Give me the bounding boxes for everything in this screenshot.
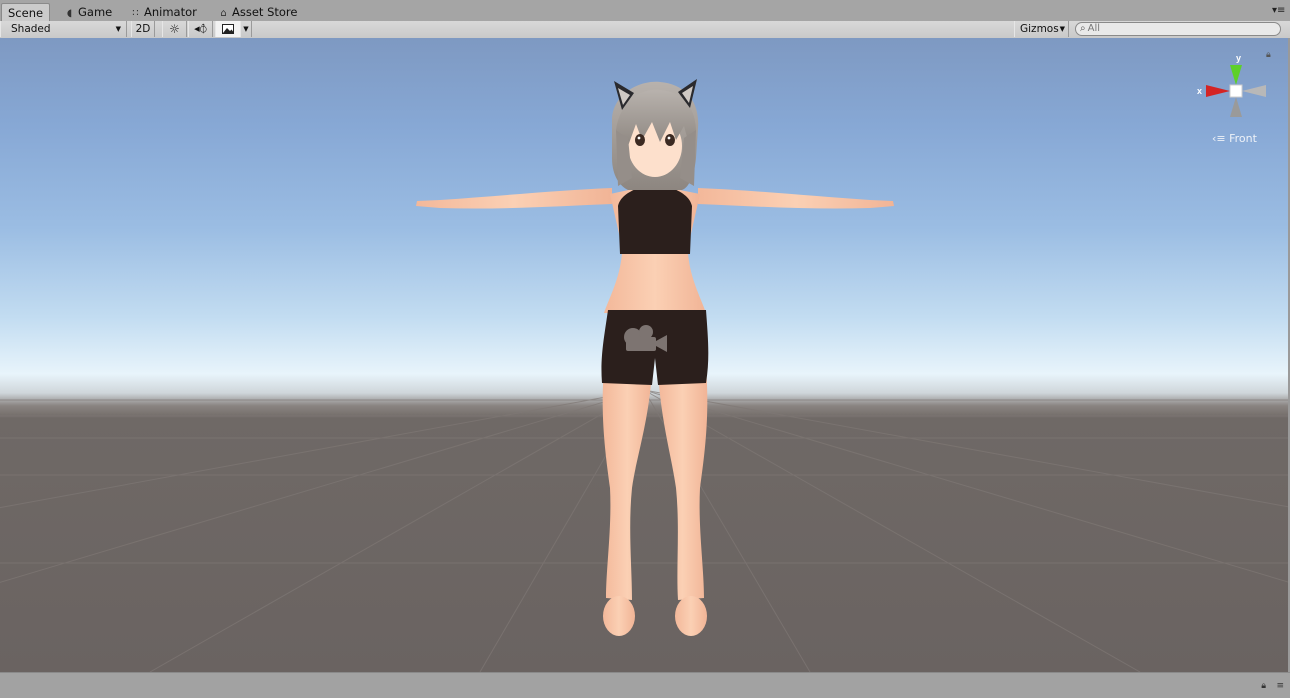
toggle-2d-button[interactable]: 2D — [131, 21, 155, 37]
shading-mode-label: Shaded — [11, 23, 51, 35]
status-bar: 🔒︎ ≡ — [0, 672, 1290, 698]
editor-tab-bar: Scene ◖ Game ∷ Animator ⌂ Asset Store ▾≡ — [0, 0, 1290, 22]
tab-game[interactable]: ◖ Game — [58, 3, 118, 21]
axis-label-y: y — [1236, 53, 1241, 63]
tab-animator[interactable]: ∷ Animator — [124, 3, 203, 21]
view-label-text: Front — [1229, 132, 1257, 145]
axis-y-cone — [1230, 65, 1242, 85]
search-input[interactable]: ⌕ All — [1075, 22, 1281, 36]
tab-asset-store-label: Asset Store — [232, 5, 298, 19]
tab-scene-label: Scene — [8, 6, 44, 20]
image-icon — [222, 24, 234, 34]
effects-dropdown-button[interactable]: ▼ — [240, 21, 252, 37]
gizmos-label: Gizmos — [1020, 23, 1059, 35]
gizmo-center-cube — [1229, 84, 1243, 98]
axis-neg-x-cone — [1242, 85, 1266, 97]
scene-viewport[interactable]: y x 🔒︎ ‹≡ Front — [0, 38, 1290, 672]
axis-label-x: x — [1197, 86, 1202, 96]
search-icon: ⌕ — [1080, 23, 1086, 34]
view-orientation-label[interactable]: ‹≡ Front — [1212, 132, 1257, 145]
lock-icon[interactable]: 🔒︎ — [1261, 681, 1266, 691]
speaker-icon: ◂⦽ — [194, 22, 207, 35]
tab-animator-label: Animator — [144, 5, 197, 19]
character-model[interactable] — [0, 38, 1288, 672]
gizmos-dropdown[interactable]: Gizmos ▼ — [1014, 21, 1069, 37]
lighting-toggle-button[interactable]: ☼ — [162, 21, 187, 37]
orientation-gizmo[interactable]: y x — [1192, 46, 1272, 146]
effects-toggle-button[interactable] — [215, 21, 241, 37]
axis-x-cone — [1206, 85, 1230, 97]
sun-icon: ☼ — [169, 22, 180, 36]
chevron-down-icon: ▼ — [243, 25, 249, 33]
search-placeholder: All — [1087, 23, 1101, 34]
chevron-down-icon: ▼ — [115, 25, 121, 33]
toggle-2d-label: 2D — [135, 23, 151, 35]
panel-menu-icon[interactable]: ≡ — [1276, 681, 1284, 691]
scene-toolbar: Shaded ▼ 2D ☼ ◂⦽ ▼ Gizmos ▼ ⌕ All — [0, 21, 1290, 39]
audio-toggle-button[interactable]: ◂⦽ — [188, 21, 213, 37]
tab-game-label: Game — [78, 5, 113, 19]
tab-scene[interactable]: Scene — [1, 3, 51, 22]
shading-mode-dropdown[interactable]: Shaded ▼ — [0, 21, 127, 37]
chevron-down-icon: ▼ — [1059, 25, 1065, 33]
lock-icon[interactable]: 🔒︎ — [1266, 50, 1271, 60]
tab-asset-store[interactable]: ⌂ Asset Store — [212, 3, 304, 21]
axis-neg-y-cone — [1230, 97, 1242, 117]
panel-menu-icon[interactable]: ▾≡ — [1272, 5, 1285, 17]
perspective-icon: ‹≡ — [1212, 132, 1226, 145]
